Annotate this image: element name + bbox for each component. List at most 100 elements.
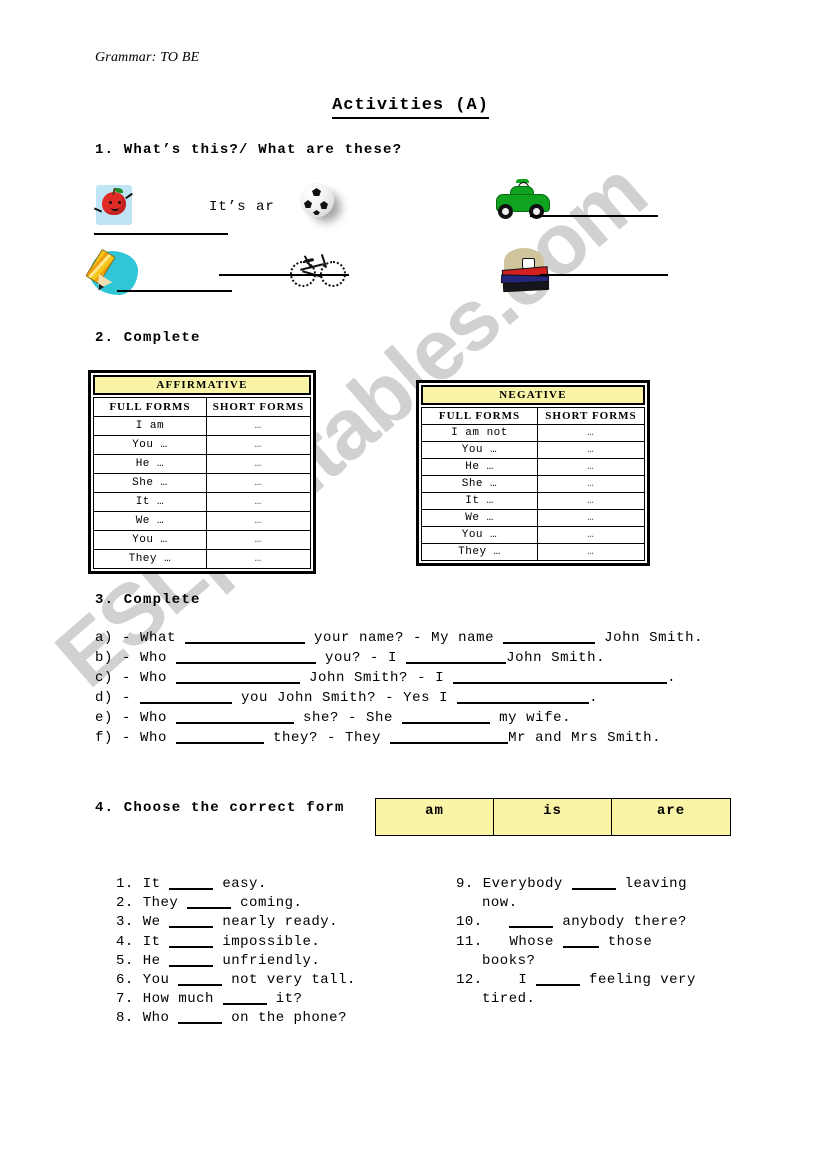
affirmative-grid: FULL FORMS SHORT FORMS I am… You …… He ……: [93, 397, 312, 569]
cell-full-form[interactable]: It …: [421, 492, 538, 510]
cell-full-form[interactable]: We …: [93, 511, 207, 531]
cell-full-form[interactable]: You …: [421, 526, 538, 544]
cell-short-form[interactable]: …: [205, 416, 312, 436]
question-before: We: [142, 914, 161, 931]
exercise4-left-column: 1. It easy. 2. They coming. 3. We nearly…: [116, 875, 446, 1029]
answer-blank[interactable]: [176, 708, 295, 724]
cell-full-form[interactable]: He …: [421, 458, 538, 476]
cell-full-form[interactable]: She …: [93, 473, 207, 493]
item-c-label: c) - Who: [95, 670, 168, 686]
cell-short-form[interactable]: …: [205, 530, 312, 550]
table-row: They ……: [421, 543, 646, 561]
cell-full-form[interactable]: You …: [93, 530, 207, 550]
answer-blank[interactable]: [169, 952, 214, 967]
its-an-prompt: It’s ar: [209, 199, 275, 215]
cell-full-form[interactable]: I am not: [421, 424, 538, 442]
exercise3-heading: 3. Complete: [95, 592, 201, 608]
answer-blank[interactable]: [402, 708, 491, 724]
answer-blank[interactable]: [178, 1009, 223, 1025]
cell-short-form[interactable]: …: [205, 492, 312, 512]
answer-blank[interactable]: [536, 971, 581, 987]
question-number: 2.: [116, 895, 134, 912]
cell-full-form[interactable]: You …: [421, 441, 538, 459]
answer-line-bicycle[interactable]: [219, 274, 349, 276]
question-before: I: [518, 972, 528, 989]
answer-blank[interactable]: [187, 894, 232, 910]
cell-full-form[interactable]: I am: [93, 416, 207, 436]
question-3: 3. We nearly ready.: [116, 913, 446, 932]
cell-short-form[interactable]: …: [205, 454, 312, 474]
table-row: We ……: [93, 511, 312, 531]
exercise3-item-c: c) - Who John Smith? - I .: [95, 668, 735, 688]
cell-short-form[interactable]: …: [536, 543, 646, 561]
question-before: It: [142, 933, 161, 950]
question-after: those: [607, 933, 653, 950]
question-after: not very tall.: [231, 972, 356, 989]
cell-short-form[interactable]: …: [536, 424, 646, 442]
answer-line-apple[interactable]: [94, 233, 228, 235]
answer-blank[interactable]: [176, 668, 301, 684]
cell-short-form[interactable]: …: [205, 473, 312, 493]
cell-short-form[interactable]: …: [536, 526, 646, 544]
cell-full-form[interactable]: They …: [421, 543, 538, 561]
question-number: 12.: [456, 972, 483, 989]
answer-blank[interactable]: [453, 668, 668, 684]
question-9: 9. Everybody leaving now.: [456, 875, 756, 913]
answer-blank[interactable]: [140, 688, 233, 704]
answer-blank[interactable]: [178, 971, 223, 987]
answer-blank[interactable]: [571, 875, 616, 890]
question-number: 9.: [456, 876, 474, 892]
answer-blank[interactable]: [509, 913, 554, 929]
cell-short-form[interactable]: …: [205, 435, 312, 455]
choice-am[interactable]: am: [376, 799, 494, 835]
cell-full-form[interactable]: We …: [421, 509, 538, 527]
cell-short-form[interactable]: …: [536, 509, 646, 527]
question-number: 6.: [116, 972, 134, 989]
answer-line-books[interactable]: [540, 274, 668, 276]
answer-blank[interactable]: [222, 990, 267, 1006]
answer-blank[interactable]: [169, 875, 214, 890]
table-row: You ……: [93, 435, 312, 455]
answer-blank[interactable]: [176, 728, 265, 744]
cell-full-form[interactable]: You …: [93, 435, 207, 455]
question-after: coming.: [240, 895, 303, 912]
choice-is[interactable]: is: [494, 799, 612, 835]
answer-line-pencil[interactable]: [117, 290, 232, 292]
question-number: 8.: [116, 1010, 134, 1027]
question-before: Whose: [509, 933, 554, 950]
cell-short-form[interactable]: …: [536, 492, 646, 510]
cell-short-form[interactable]: …: [536, 441, 646, 459]
answer-blank[interactable]: [169, 933, 214, 948]
cell-short-form[interactable]: …: [205, 549, 312, 569]
answer-blank[interactable]: [169, 913, 214, 929]
table-row: They ……: [93, 549, 312, 569]
answer-blank[interactable]: [562, 933, 599, 948]
answer-blank[interactable]: [406, 648, 507, 664]
answer-line-car[interactable]: [530, 215, 658, 217]
item-d-label: d) -: [95, 690, 132, 706]
answer-blank[interactable]: [390, 728, 509, 744]
answer-blank[interactable]: [176, 648, 317, 664]
cell-short-form[interactable]: …: [536, 458, 646, 476]
cell-full-form[interactable]: They …: [93, 549, 207, 569]
table-row: You ……: [93, 530, 312, 550]
table-row: We ……: [421, 509, 646, 527]
table-row: You ……: [421, 526, 646, 544]
question-10: 10. anybody there?: [456, 913, 756, 932]
exercise3-item-b: b) - Who you? - I John Smith.: [95, 648, 735, 668]
cell-full-form[interactable]: She …: [421, 475, 538, 493]
question-after: easy.: [222, 876, 267, 892]
exercise2-heading: 2. Complete: [95, 330, 201, 346]
answer-blank[interactable]: [185, 628, 306, 644]
cell-full-form[interactable]: He …: [93, 454, 207, 474]
question-number: 11.: [456, 933, 483, 950]
answer-blank[interactable]: [503, 628, 596, 644]
choice-are[interactable]: are: [612, 799, 730, 835]
exercise3-items: a) - What your name? - My name John Smit…: [95, 628, 735, 748]
cell-short-form[interactable]: …: [536, 475, 646, 493]
item-d-tail: .: [589, 690, 599, 706]
question-after: anybody there?: [562, 914, 687, 931]
cell-short-form[interactable]: …: [205, 511, 312, 531]
answer-blank[interactable]: [457, 688, 590, 704]
cell-full-form[interactable]: It …: [93, 492, 207, 512]
